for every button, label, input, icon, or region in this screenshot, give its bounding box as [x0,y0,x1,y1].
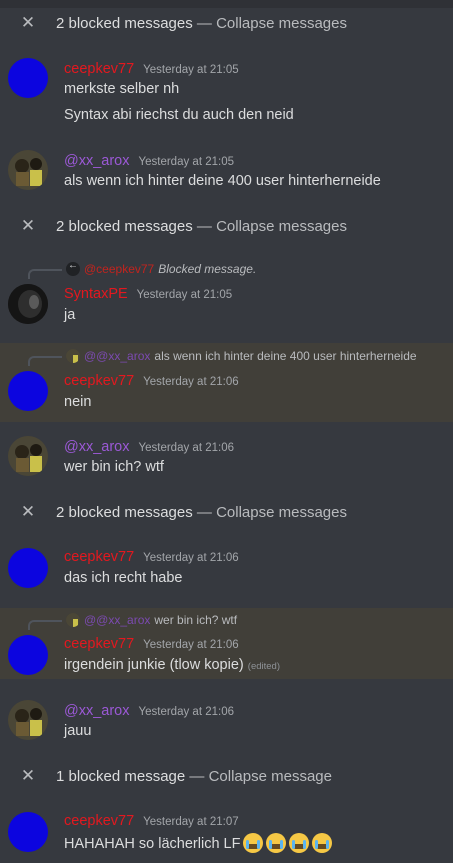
avatar-photo [8,700,48,740]
timestamp: Yesterday at 21:06 [143,552,239,564]
username[interactable]: ceepkev77 [64,61,134,77]
avatar-photo [8,150,48,190]
username[interactable]: SyntaxPE [64,286,128,302]
message-text: ja [64,307,76,323]
loudly-crying-face-icon [266,833,287,853]
blocked-notice: 2 blocked messages — Collapse messages [56,14,347,32]
loudly-crying-face-icon [312,833,333,853]
message-text: jauu [64,723,92,739]
blocked-messages-bar: ✕ 2 blocked messages — Collapse messages [0,497,453,527]
reply-preview[interactable]: @@xx_arox wer bin ich? wtf [28,611,238,630]
avatar-photo [8,436,48,476]
timestamp: Yesterday at 21:05 [143,64,239,76]
message-text: irgendein junkie (tlow kopie) (edited) [64,657,280,673]
reply-connector [28,620,62,630]
timestamp: Yesterday at 21:06 [138,442,234,454]
avatar[interactable] [8,436,48,476]
username[interactable]: ceepkev77 [64,549,134,565]
reply-username[interactable]: @@xx_arox [84,349,150,363]
reply-avatar [66,613,80,627]
blocked-notice: 2 blocked messages — Collapse messages [56,503,347,521]
username[interactable]: @xx_arox [64,703,130,719]
avatar[interactable] [8,284,48,324]
timestamp: Yesterday at 21:07 [143,816,239,828]
collapse-messages-link[interactable]: Collapse messages [216,504,347,521]
avatar[interactable] [8,548,48,588]
reply-avatar [66,260,80,276]
message-text: Syntax abi riechst du auch den neid [64,107,294,123]
username[interactable]: @xx_arox [64,439,130,455]
close-icon[interactable]: ✕ [0,13,56,33]
reply-connector [28,356,62,366]
close-icon[interactable]: ✕ [0,766,56,786]
reply-connector [28,269,62,279]
message-text: das ich recht habe [64,570,183,586]
message-text: nein [64,394,92,410]
reply-username[interactable]: @ceepkev77 [84,262,154,276]
collapse-messages-link[interactable]: Collapse message [209,768,332,785]
avatar[interactable] [8,150,48,190]
close-icon[interactable]: ✕ [0,502,56,522]
timestamp: Yesterday at 21:06 [143,376,239,388]
reply-preview[interactable]: @@xx_arox als wenn ich hinter deine 400 … [28,347,417,366]
message-group: @xx_arox Yesterday at 21:05 als wenn ich… [0,140,453,202]
message-group: ceepkev77 Yesterday at 21:06 das ich rec… [0,538,453,600]
avatar[interactable] [8,812,48,852]
collapse-messages-link[interactable]: Collapse messages [216,218,347,235]
edited-label: (edited) [247,661,280,672]
timestamp: Yesterday at 21:06 [138,706,234,718]
reply-text: wer bin ich? wtf [154,613,238,627]
message-text: HAHAHAH so lächerlich LF [64,833,333,853]
message-group: @xx_arox Yesterday at 21:06 jauu [0,690,453,754]
avatar[interactable] [8,700,48,740]
reply-text: Blocked message. [158,262,257,276]
timestamp: Yesterday at 21:06 [143,639,239,651]
blocked-messages-bar: ✕ 2 blocked messages — Collapse messages [0,211,453,241]
reply-preview[interactable]: @ceepkev77 Blocked message. [28,260,257,279]
reply-text: als wenn ich hinter deine 400 user hinte… [154,349,417,363]
top-bar [0,0,453,8]
reply-avatar [66,349,80,363]
blocked-notice: 1 blocked message — Collapse message [56,767,332,785]
loudly-crying-face-icon [289,833,310,853]
username[interactable]: ceepkev77 [64,373,134,389]
message-text: merkste selber nh [64,81,180,97]
collapse-messages-link[interactable]: Collapse messages [216,15,347,32]
avatar[interactable] [8,58,48,98]
blocked-notice: 2 blocked messages — Collapse messages [56,217,347,235]
username[interactable]: ceepkev77 [64,813,134,829]
close-icon[interactable]: ✕ [0,216,56,236]
message-group: @ceepkev77 Blocked message. SyntaxPE Yes… [0,256,453,336]
username[interactable]: ceepkev77 [64,636,134,652]
username[interactable]: @xx_arox [64,153,130,169]
message-group: ceepkev77 Yesterday at 21:05 merkste sel… [0,48,453,134]
message-group-mention: @@xx_arox wer bin ich? wtf ceepkev77 Yes… [0,608,453,679]
blocked-messages-bar: ✕ 2 blocked messages — Collapse messages [0,8,453,38]
message-group-mention: @@xx_arox als wenn ich hinter deine 400 … [0,343,453,422]
timestamp: Yesterday at 21:05 [138,156,234,168]
message-group: ceepkev77 Yesterday at 21:07 HAHAHAH so … [0,802,453,863]
avatar[interactable] [8,635,48,675]
avatar[interactable] [8,371,48,411]
blocked-messages-bar: ✕ 1 blocked message — Collapse message [0,761,453,791]
avatar-photo [8,284,48,324]
loudly-crying-face-icon [243,833,264,853]
reply-username[interactable]: @@xx_arox [84,613,150,627]
message-group: @xx_arox Yesterday at 21:06 wer bin ich?… [0,426,453,490]
message-text: wer bin ich? wtf [64,459,164,475]
message-text: als wenn ich hinter deine 400 user hinte… [64,173,381,189]
timestamp: Yesterday at 21:05 [136,289,233,301]
